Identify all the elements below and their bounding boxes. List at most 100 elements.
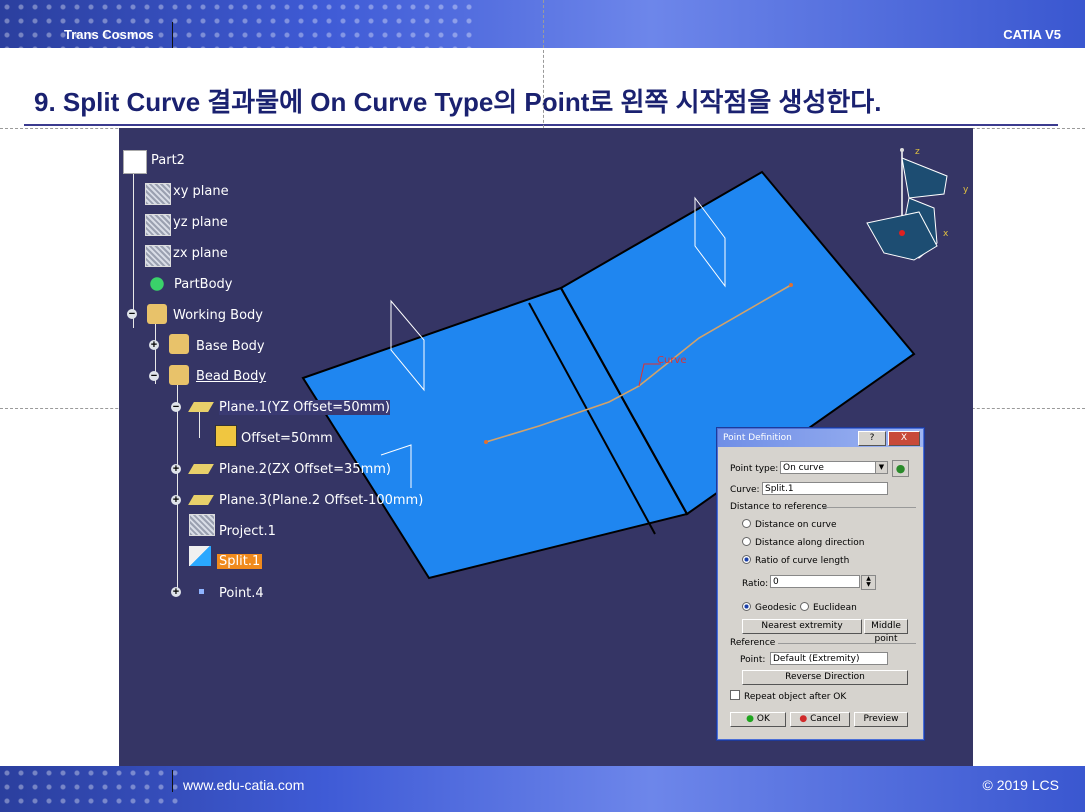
tree-item-plane-2[interactable]: Plane.2(ZX Offset=35mm) [219, 462, 391, 477]
repeat-object-check[interactable] [730, 690, 740, 700]
middle-point-button[interactable]: Middle point [864, 619, 908, 644]
tree-item-working-body[interactable]: Working Body [173, 308, 263, 323]
tree-item-yz-plane[interactable]: yz plane [173, 215, 228, 230]
distance-section-label: Distance to reference [730, 502, 828, 512]
help-button[interactable]: ? [858, 431, 886, 446]
tree-item-xy-plane[interactable]: xy plane [173, 184, 229, 199]
tree-item-offset[interactable]: Offset=50mm [241, 431, 333, 446]
expand-icon[interactable]: + [171, 587, 181, 598]
option-distance-on-curve-label: Distance on curve [755, 520, 837, 530]
repeat-object-checkbox[interactable]: Repeat object after OK [730, 690, 846, 702]
expand-icon[interactable]: + [171, 464, 181, 475]
radio-geodesic[interactable] [742, 602, 751, 611]
footer-copyright: © 2019 LCS [982, 777, 1059, 793]
point-icon [199, 589, 204, 594]
option-distance-along-direction[interactable]: Distance along direction [742, 537, 864, 548]
tree-item-project-1[interactable]: Project.1 [219, 524, 276, 539]
option-euclidean[interactable]: Euclidean [800, 602, 857, 613]
tree-item-partbody[interactable]: PartBody [174, 277, 232, 292]
option-euclidean-label: Euclidean [813, 603, 857, 613]
point-label: Point: [740, 655, 766, 665]
footer-divider [172, 770, 173, 792]
point-type-label: Point type: [730, 464, 779, 474]
tree-connector [199, 410, 200, 438]
nearest-extremity-button[interactable]: Nearest extremity [742, 619, 862, 634]
reference-toolbox-icon[interactable]: ● [892, 460, 909, 477]
expand-icon[interactable]: + [171, 495, 181, 506]
option-distance-along-direction-label: Distance along direction [755, 538, 865, 548]
cancel-label: Cancel [810, 714, 841, 724]
radio-euclidean[interactable] [800, 602, 809, 611]
plane-icon [145, 245, 171, 267]
curve-label: Curve: [730, 485, 760, 495]
tree-item-plane-3[interactable]: Plane.3(Plane.2 Offset-100mm) [219, 493, 423, 508]
tree-connector [133, 168, 134, 328]
product-label: CATIA V5 [1003, 27, 1061, 42]
ratio-label: Ratio: [742, 579, 769, 589]
part-icon [123, 150, 147, 174]
project-icon [189, 514, 215, 536]
plane-icon [145, 214, 171, 236]
radio-distance-on-curve[interactable] [742, 519, 751, 528]
chevron-down-icon[interactable]: ▼ [875, 462, 887, 473]
point-type-value: On curve [783, 463, 824, 473]
offset-parameter-icon [215, 425, 237, 447]
ratio-input[interactable]: 0 [770, 575, 860, 588]
tree-item-plane-1[interactable]: Plane.1(YZ Offset=50mm) [219, 400, 390, 415]
collapse-icon[interactable]: − [171, 402, 181, 413]
option-ratio-of-curve-length[interactable]: Ratio of curve length [742, 555, 849, 566]
radio-distance-along-direction[interactable] [742, 537, 751, 546]
close-button[interactable]: X [888, 431, 920, 446]
body-icon [147, 304, 167, 324]
page-title: 9. Split Curve 결과물에 On Curve Type의 Point… [34, 87, 882, 117]
repeat-object-label: Repeat object after OK [744, 692, 847, 702]
curve-field[interactable]: Split.1 [762, 482, 888, 495]
dialog-title: Point Definition [723, 433, 792, 443]
title-underline [24, 124, 1058, 126]
preview-button[interactable]: Preview [854, 712, 908, 727]
option-distance-on-curve[interactable]: Distance on curve [742, 519, 837, 530]
tree-item-zx-plane[interactable]: zx plane [173, 246, 228, 261]
curve-start-point [484, 440, 488, 444]
cancel-icon: ● [799, 714, 808, 724]
curve-tag: Curve [657, 355, 687, 366]
reverse-direction-button[interactable]: Reverse Direction [742, 670, 908, 685]
footer-pattern [0, 766, 180, 812]
plane-icon [145, 183, 171, 205]
option-ratio-label: Ratio of curve length [755, 556, 850, 566]
body-icon [169, 365, 189, 385]
tree-item-point-4[interactable]: Point.4 [219, 586, 264, 601]
partbody-icon [147, 274, 167, 294]
ok-button[interactable]: ● OK [730, 712, 786, 727]
collapse-icon[interactable]: − [127, 309, 137, 320]
footer-url[interactable]: www.edu-catia.com [183, 777, 304, 793]
axis-x-label: x [943, 229, 949, 239]
point-type-select[interactable]: On curve ▼ [780, 461, 888, 474]
collapse-icon[interactable]: − [149, 371, 159, 382]
tree-item-bead-body[interactable]: Bead Body [196, 369, 266, 384]
split-icon [189, 546, 211, 566]
ok-label: OK [756, 714, 770, 724]
body-icon [169, 334, 189, 354]
brand-label: Trans Cosmos [64, 27, 154, 42]
option-geodesic-label: Geodesic [755, 603, 797, 613]
reference-point-field[interactable]: Default (Extremity) [770, 652, 888, 665]
tree-item-split-1[interactable]: Split.1 [217, 554, 263, 569]
axis-y-label: y [963, 185, 969, 195]
radio-ratio-of-curve-length[interactable] [742, 555, 751, 564]
ok-icon: ● [746, 714, 754, 724]
tree-connector [177, 384, 178, 594]
ratio-spinner-icon[interactable]: ▲ ▼ [861, 575, 876, 590]
section-divider [778, 643, 916, 644]
reference-section-label: Reference [730, 638, 776, 648]
point-definition-dialog: Point Definition ? X Point type: On curv… [717, 428, 924, 740]
axis-z-label: z [915, 147, 920, 157]
cancel-button[interactable]: ● Cancel [790, 712, 850, 727]
header-divider [172, 22, 173, 48]
section-divider [822, 507, 916, 508]
option-geodesic[interactable]: Geodesic [742, 602, 796, 613]
tree-item-base-body[interactable]: Base Body [196, 339, 265, 354]
expand-icon[interactable]: + [149, 340, 159, 351]
curve-end-point [789, 283, 793, 287]
tree-root-part2[interactable]: Part2 [151, 153, 185, 168]
